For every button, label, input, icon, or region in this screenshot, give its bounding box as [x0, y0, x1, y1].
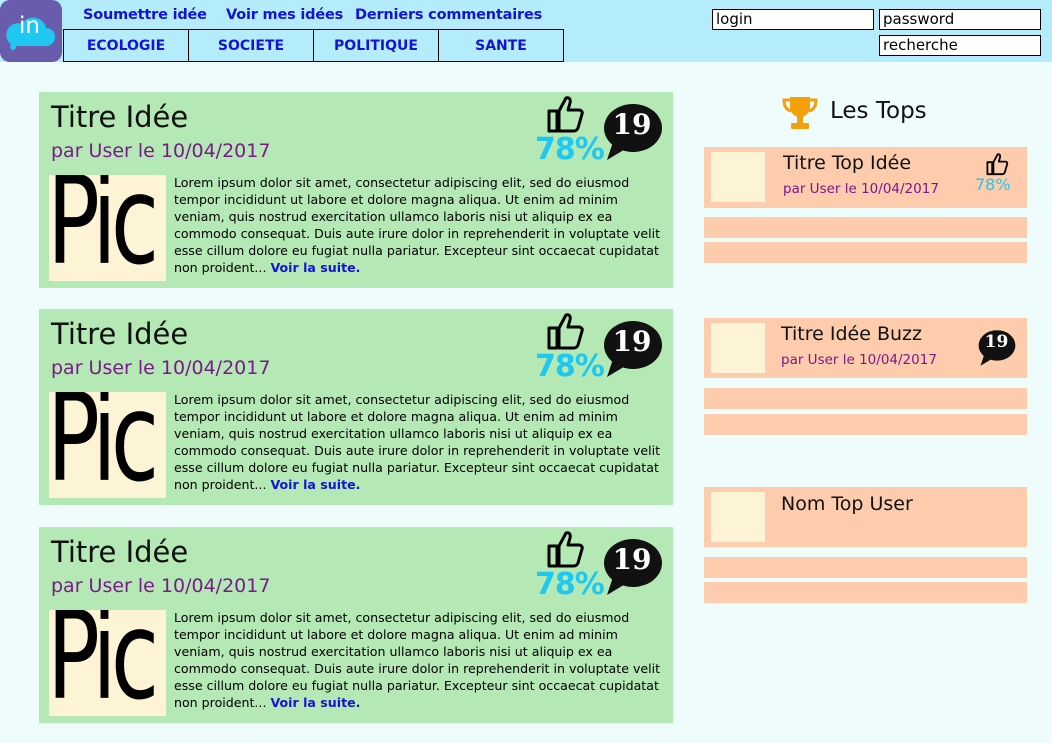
- idea-author: par User le 10/04/2017: [51, 357, 271, 379]
- idea-author: par User le 10/04/2017: [51, 575, 271, 597]
- buzz-comment-count: 19: [984, 332, 1009, 352]
- thumbs-up-icon[interactable]: [545, 311, 585, 351]
- approval-percent: 78%: [535, 132, 605, 167]
- picture-placeholder-text: Pic: [49, 610, 159, 716]
- idea-title[interactable]: Titre Idée: [51, 100, 188, 134]
- category-sante[interactable]: SANTE: [438, 29, 564, 62]
- picture-placeholder-text: Pic: [49, 175, 159, 281]
- top-user-list-item[interactable]: [704, 582, 1027, 603]
- excerpt-text: Lorem ipsum dolor sit amet, consectetur …: [174, 392, 661, 492]
- idea-title[interactable]: Titre Idée: [51, 317, 188, 351]
- idea-card[interactable]: Titre Idée par User le 10/04/2017 78% 19…: [39, 92, 673, 288]
- top-user-card[interactable]: Nom Top User: [704, 487, 1027, 547]
- tops-title: Les Tops: [830, 98, 927, 124]
- header: in Soumettre idée Voir mes idées Dernier…: [0, 0, 1052, 62]
- idea-excerpt: Lorem ipsum dolor sit amet, consectetur …: [174, 174, 664, 276]
- comment-count: 19: [612, 543, 652, 576]
- logo-text: in: [19, 13, 40, 39]
- app-logo[interactable]: in: [0, 0, 62, 62]
- top-idea-percent: 78%: [975, 175, 1011, 194]
- idea-picture: Pic: [49, 610, 166, 716]
- comment-count: 19: [612, 108, 652, 141]
- buzz-idea-title[interactable]: Titre Idée Buzz: [781, 323, 922, 345]
- buzz-idea-list-item[interactable]: [704, 414, 1027, 435]
- buzz-idea-thumbnail: [711, 323, 765, 373]
- buzz-idea-author: par User le 10/04/2017: [781, 352, 937, 368]
- top-idea-card[interactable]: Titre Top Idée par User le 10/04/2017 78…: [704, 147, 1027, 208]
- read-more-link[interactable]: Voir la suite.: [270, 477, 360, 492]
- idea-excerpt: Lorem ipsum dolor sit amet, consectetur …: [174, 609, 664, 711]
- read-more-link[interactable]: Voir la suite.: [270, 695, 360, 710]
- thumbs-up-icon[interactable]: [545, 94, 585, 134]
- top-idea-list-item[interactable]: [704, 242, 1027, 263]
- top-idea-thumbnail: [711, 152, 765, 202]
- top-idea-title[interactable]: Titre Top Idée: [783, 152, 911, 174]
- idea-card[interactable]: Titre Idée par User le 10/04/2017 78% 19…: [39, 527, 673, 723]
- approval-percent: 78%: [535, 349, 605, 384]
- idea-card[interactable]: Titre Idée par User le 10/04/2017 78% 19…: [39, 309, 673, 505]
- category-politique[interactable]: POLITIQUE: [313, 29, 439, 62]
- buzz-idea-list-item[interactable]: [704, 388, 1027, 409]
- read-more-link[interactable]: Voir la suite.: [270, 260, 360, 275]
- thumbs-up-icon[interactable]: [985, 152, 1009, 176]
- trophy-icon: [782, 97, 818, 129]
- search-input[interactable]: recherche: [879, 35, 1041, 56]
- thumbs-up-icon[interactable]: [545, 529, 585, 569]
- excerpt-text: Lorem ipsum dolor sit amet, consectetur …: [174, 610, 661, 710]
- top-user-name[interactable]: Nom Top User: [781, 493, 913, 515]
- picture-placeholder-text: Pic: [49, 392, 159, 498]
- top-user-avatar: [711, 492, 765, 542]
- category-nav: ECOLOGIE SOCIETE POLITIQUE SANTE: [63, 29, 564, 62]
- buzz-idea-card[interactable]: Titre Idée Buzz par User le 10/04/2017 1…: [704, 318, 1027, 378]
- excerpt-text: Lorem ipsum dolor sit amet, consectetur …: [174, 175, 661, 275]
- top-idea-list-item[interactable]: [704, 217, 1027, 238]
- top-idea-author: par User le 10/04/2017: [783, 181, 939, 197]
- category-ecologie[interactable]: ECOLOGIE: [63, 29, 189, 62]
- category-societe[interactable]: SOCIETE: [188, 29, 314, 62]
- submit-idea-link[interactable]: Soumettre idée: [83, 7, 207, 23]
- approval-percent: 78%: [535, 567, 605, 602]
- comment-count: 19: [612, 325, 652, 358]
- latest-comments-link[interactable]: Derniers commentaires: [355, 7, 542, 23]
- idea-picture: Pic: [49, 175, 166, 281]
- idea-author: par User le 10/04/2017: [51, 140, 271, 162]
- idea-excerpt: Lorem ipsum dolor sit amet, consectetur …: [174, 391, 664, 493]
- password-input[interactable]: password: [879, 9, 1041, 30]
- idea-title[interactable]: Titre Idée: [51, 535, 188, 569]
- login-input[interactable]: login: [712, 9, 874, 30]
- idea-picture: Pic: [49, 392, 166, 498]
- top-user-list-item[interactable]: [704, 557, 1027, 578]
- my-ideas-link[interactable]: Voir mes idées: [226, 7, 343, 23]
